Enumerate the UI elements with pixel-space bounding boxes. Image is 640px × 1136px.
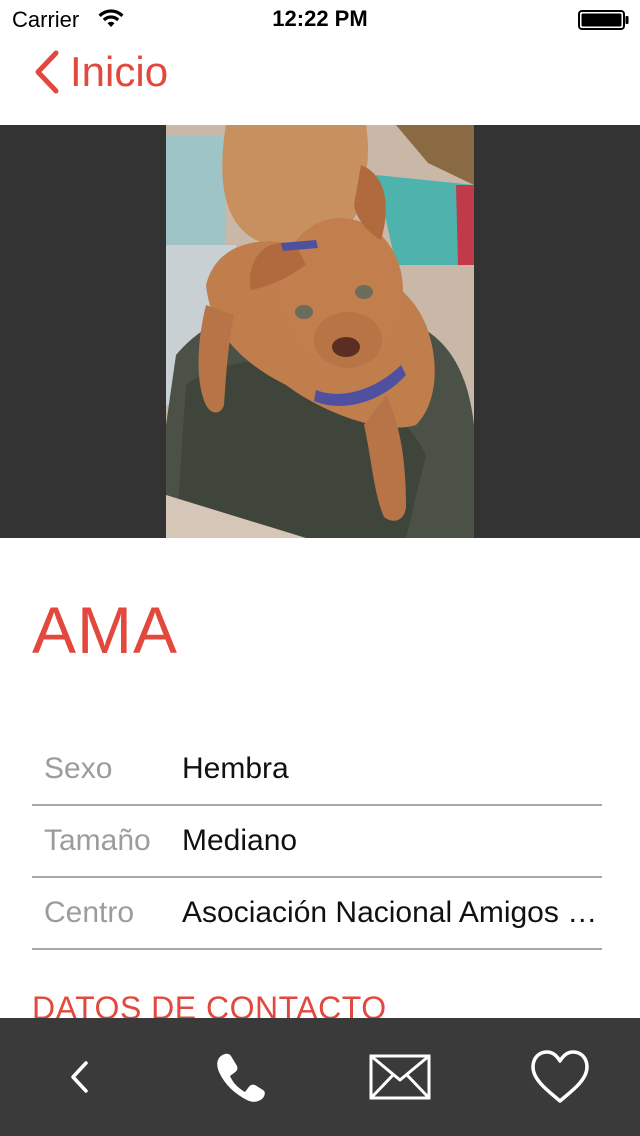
battery-icon xyxy=(578,10,629,30)
detail-label: Sexo xyxy=(44,752,113,785)
chevron-left-icon xyxy=(35,50,59,94)
navigation-bar: Inicio xyxy=(0,40,640,125)
chevron-left-icon xyxy=(71,1061,88,1093)
detail-value: Mediano xyxy=(182,824,298,857)
detail-row-sexo: Sexo Hembra xyxy=(32,734,602,806)
favorite-button[interactable] xyxy=(510,1018,610,1136)
detail-value: Hembra xyxy=(182,752,289,785)
photo-container xyxy=(0,125,640,538)
mail-icon xyxy=(369,1054,431,1100)
status-bar: Carrier 12:22 PM xyxy=(0,0,640,40)
phone-icon xyxy=(217,1053,265,1102)
detail-label: Tamaño xyxy=(44,824,151,857)
pet-photo[interactable] xyxy=(166,125,474,538)
detail-value: Asociación Nacional Amigos de los Animal… xyxy=(182,896,602,929)
previous-button[interactable] xyxy=(30,1018,130,1136)
back-button[interactable]: Inicio xyxy=(30,44,168,100)
detail-label: Centro xyxy=(44,896,135,929)
clock: 12:22 PM xyxy=(272,6,368,31)
call-button[interactable] xyxy=(190,1018,290,1136)
bottom-toolbar xyxy=(0,1018,640,1136)
pet-name: AMA xyxy=(32,593,179,667)
back-button-label: Inicio xyxy=(70,48,169,95)
details-table: Sexo Hembra Tamaño Mediano Centro Asocia… xyxy=(32,734,602,950)
heart-icon xyxy=(531,1050,589,1103)
email-button[interactable] xyxy=(350,1018,450,1136)
detail-row-tamano: Tamaño Mediano xyxy=(32,806,602,878)
detail-row-centro[interactable]: Centro Asociación Nacional Amigos de los… xyxy=(32,878,602,950)
pet-detail-screen: Carrier 12:22 PM Inicio AMA Sexo Hembra … xyxy=(0,0,640,1136)
